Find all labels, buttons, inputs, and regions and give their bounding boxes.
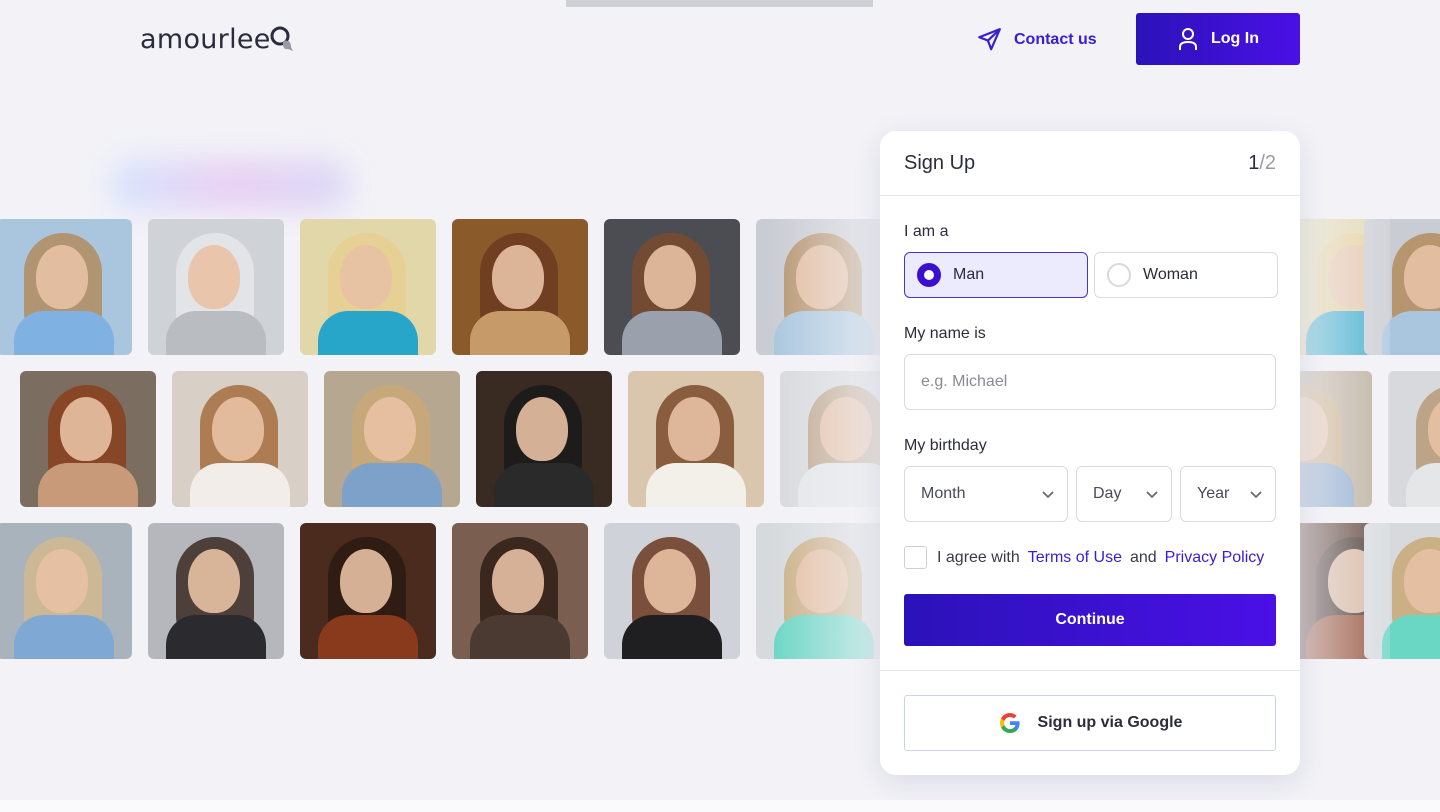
- signup-card: Sign Up 1/2 I am a Man Woman My name is …: [880, 131, 1300, 775]
- chevron-down-icon: [1146, 491, 1158, 499]
- continue-button[interactable]: Continue: [904, 594, 1276, 646]
- google-signup-label: Sign up via Google: [1037, 714, 1183, 731]
- step-current: 1: [1248, 151, 1260, 174]
- gender-option-man[interactable]: Man: [904, 252, 1088, 298]
- terms-checkbox[interactable]: [904, 546, 927, 569]
- gallery-photo: [604, 523, 740, 659]
- gallery-photo: [324, 371, 460, 507]
- gallery-photo: [300, 523, 436, 659]
- chevron-down-icon: [1250, 491, 1262, 499]
- logo[interactable]: amourlee: [140, 22, 295, 56]
- gallery-photo: [0, 219, 132, 355]
- logo-bubble-icon: [270, 26, 293, 51]
- gender-option-label: Woman: [1143, 266, 1198, 283]
- signup-title: Sign Up: [904, 151, 976, 174]
- gallery-photo: [452, 219, 588, 355]
- agree-and: and: [1129, 548, 1157, 566]
- login-button[interactable]: Log In: [1136, 13, 1300, 65]
- year-select-value: Year: [1197, 485, 1230, 502]
- gallery-fade-left: [770, 210, 890, 670]
- terms-of-use-link[interactable]: Terms of Use: [1028, 549, 1122, 567]
- month-select[interactable]: Month: [904, 466, 1068, 522]
- gender-option-woman[interactable]: Woman: [1094, 252, 1278, 298]
- year-select[interactable]: Year: [1180, 466, 1276, 522]
- contact-us-link[interactable]: Contact us: [976, 26, 1097, 54]
- radio-selected-icon: [917, 263, 941, 287]
- gender-option-label: Man: [953, 266, 985, 283]
- terms-agreement: I agree with Terms of Use and Privacy Po…: [904, 546, 1264, 569]
- gallery-photo: [20, 371, 156, 507]
- birthday-label: My birthday: [904, 437, 987, 454]
- google-icon: [999, 713, 1020, 733]
- gallery-photo: [300, 219, 436, 355]
- gallery-photo: [604, 219, 740, 355]
- step-total: /2: [1259, 151, 1276, 174]
- gallery-photo: [148, 219, 284, 355]
- name-input[interactable]: [904, 354, 1276, 410]
- site-header: amourlee Contact us Log In: [0, 0, 1440, 80]
- gender-label: I am a: [904, 223, 949, 240]
- login-label: Log In: [1211, 30, 1259, 47]
- google-signup-button[interactable]: Sign up via Google: [904, 695, 1276, 751]
- signup-header: Sign Up 1/2: [880, 131, 1300, 196]
- gallery-photo: [452, 523, 588, 659]
- day-select[interactable]: Day: [1076, 466, 1172, 522]
- month-select-value: Month: [921, 485, 966, 502]
- gallery-photo: [1388, 371, 1440, 507]
- radio-unselected-icon: [1107, 263, 1131, 287]
- privacy-policy-link[interactable]: Privacy Policy: [1165, 549, 1265, 567]
- send-icon: [978, 28, 1001, 51]
- logo-text: amourlee: [140, 23, 271, 55]
- gallery-photo: [476, 371, 612, 507]
- gallery-photo: [0, 523, 132, 659]
- gallery-photo: [628, 371, 764, 507]
- chevron-down-icon: [1042, 491, 1054, 499]
- gallery-photo: [172, 371, 308, 507]
- decorative-blur: [110, 160, 350, 210]
- bottom-band: [0, 800, 1440, 812]
- agree-prefix: I agree with: [937, 548, 1020, 566]
- step-indicator: 1/2: [1248, 152, 1276, 175]
- gallery-photo: [148, 523, 284, 659]
- day-select-value: Day: [1093, 485, 1122, 502]
- contact-us-label: Contact us: [1014, 31, 1097, 48]
- user-icon: [1179, 28, 1197, 50]
- divider: [880, 670, 1300, 671]
- continue-label: Continue: [1055, 611, 1125, 628]
- name-label: My name is: [904, 325, 986, 342]
